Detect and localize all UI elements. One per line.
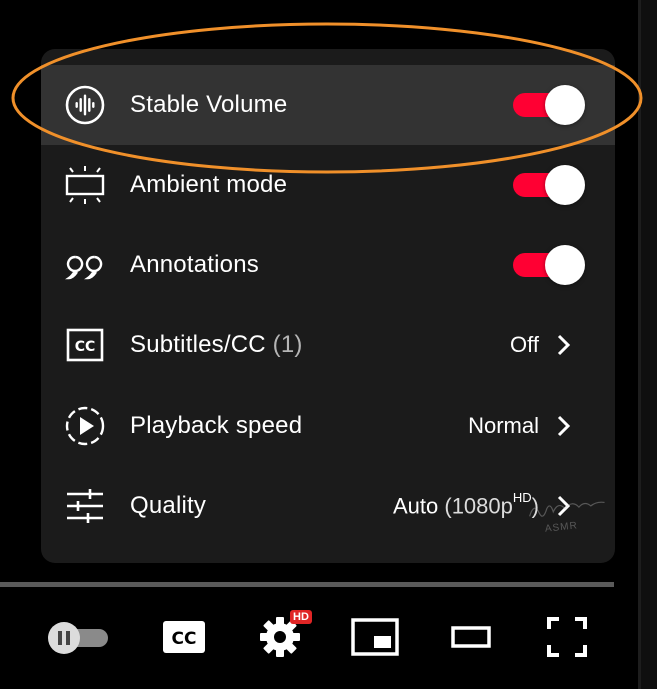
settings-menu: Stable Volume Ambient mode Annotations C… <box>41 49 615 563</box>
menu-item-stable-volume[interactable]: Stable Volume <box>41 65 615 145</box>
quality-value-main: Auto <box>392 493 439 519</box>
ambient-mode-label: Ambient mode <box>130 171 288 198</box>
quality-value: Auto (1080pHD) <box>392 490 539 519</box>
stable-volume-label: Stable Volume <box>130 91 288 118</box>
settings-button[interactable] <box>254 596 306 678</box>
svg-text:CC: CC <box>75 339 96 355</box>
menu-item-playback-speed[interactable]: Playback speed Normal <box>41 386 615 466</box>
playback-speed-value: Normal <box>468 413 539 438</box>
right-edge-divider <box>638 0 641 689</box>
ambient-mode-icon <box>64 164 106 206</box>
fullscreen-button[interactable] <box>540 596 594 678</box>
playback-speed-icon <box>64 405 106 447</box>
stable-volume-icon <box>64 84 106 126</box>
miniplayer-icon <box>351 618 399 656</box>
cc-icon: CC <box>163 621 205 653</box>
channel-watermark: ASMR <box>524 491 618 544</box>
menu-item-annotations[interactable]: Annotations <box>41 225 615 305</box>
subtitles-label-text: Subtitles/CC <box>130 331 266 358</box>
subtitles-value: Off <box>510 332 539 357</box>
menu-item-subtitles[interactable]: CC Subtitles/CC (1) Off <box>41 305 615 385</box>
chevron-right-icon <box>557 415 571 437</box>
miniplayer-button[interactable] <box>348 596 402 678</box>
annotations-label: Annotations <box>130 251 259 278</box>
cc-icon: CC <box>64 324 106 366</box>
quality-value-resolution: (1080p <box>444 493 513 519</box>
menu-item-ambient-mode[interactable]: Ambient mode <box>41 145 615 225</box>
stable-volume-toggle[interactable] <box>513 85 585 125</box>
quality-label: Quality <box>130 492 207 519</box>
svg-text:CC: CC <box>172 629 197 649</box>
autoplay-toggle[interactable] <box>40 596 114 678</box>
fullscreen-icon <box>547 617 587 657</box>
subtitles-count: (1) <box>272 331 303 358</box>
hd-badge: HD <box>290 610 312 624</box>
subtitles-button[interactable]: CC <box>158 596 210 678</box>
theater-mode-button[interactable] <box>446 596 496 678</box>
chevron-right-icon <box>557 334 571 356</box>
subtitles-label: Subtitles/CC (1) <box>130 331 303 359</box>
annotations-icon <box>64 244 106 286</box>
quality-sliders-icon <box>64 485 106 527</box>
autoplay-pause-icon <box>48 622 108 654</box>
playback-speed-label: Playback speed <box>130 412 303 439</box>
ambient-mode-toggle[interactable] <box>513 165 585 205</box>
annotations-toggle[interactable] <box>513 245 585 285</box>
video-progress-bar[interactable] <box>0 582 614 587</box>
player-control-bar: CC HD <box>0 596 638 689</box>
theater-mode-icon <box>451 626 491 648</box>
